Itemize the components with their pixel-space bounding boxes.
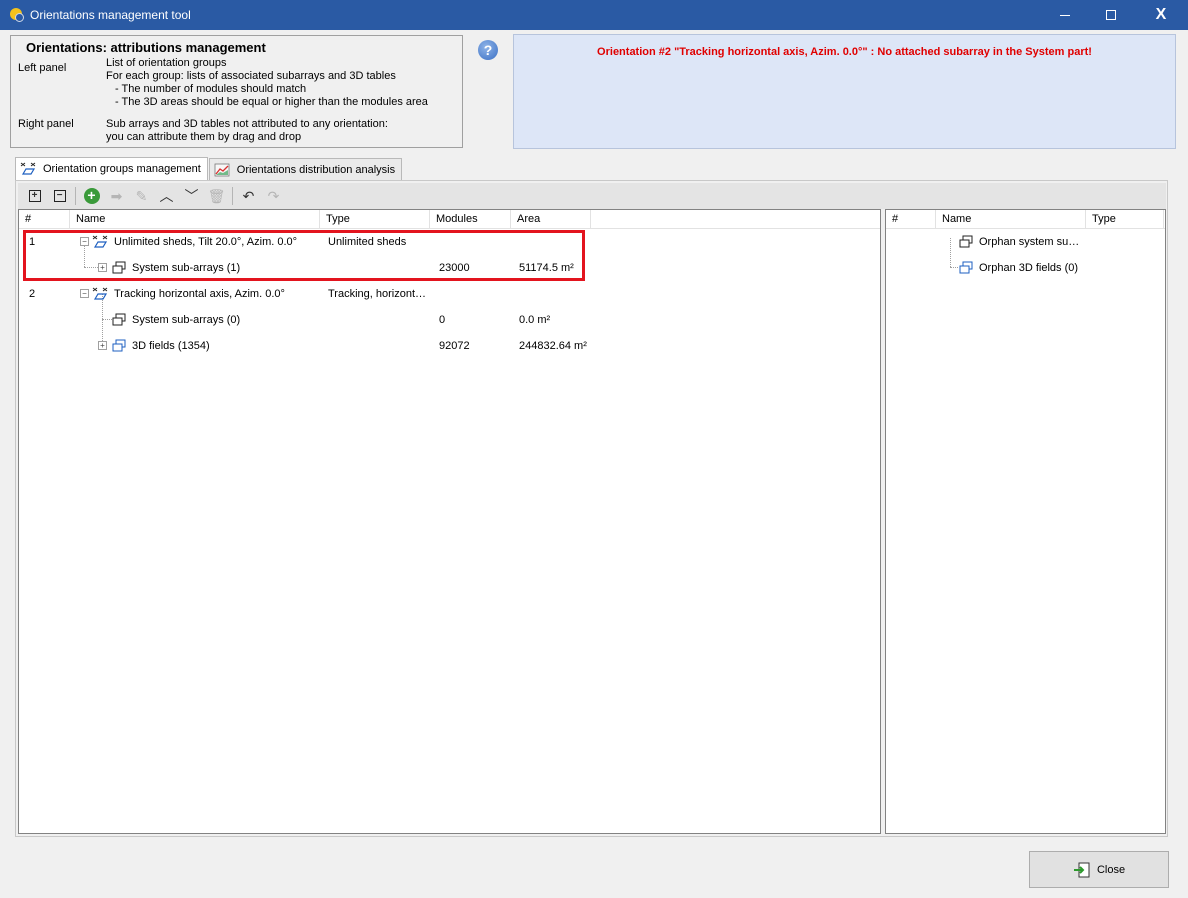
area-value: 51174.5 m²	[519, 262, 574, 274]
arrow-right-icon: ➡	[110, 187, 123, 204]
left-panel-label: Left panel	[18, 62, 67, 74]
orphan-3d-fields: Orphan 3D fields (0)	[979, 262, 1079, 274]
3d-field-icon	[112, 339, 126, 352]
modules-value: 92072	[439, 340, 470, 352]
orientation-group-icon	[92, 235, 108, 248]
3d-field-icon	[959, 261, 973, 274]
maximize-button[interactable]	[1088, 0, 1134, 30]
subarray-icon	[112, 261, 126, 274]
expand-all-button[interactable]: +	[22, 185, 47, 207]
add-icon: +	[83, 188, 100, 204]
list-item[interactable]: Orphan 3D fields (0)	[886, 255, 1165, 281]
app-icon	[10, 8, 24, 22]
orphans-tree[interactable]: # Name Type Orphan system su… Orphan 3D …	[885, 209, 1166, 834]
3d-fields-name: 3D fields (1354)	[132, 340, 210, 352]
move-down-button[interactable]: ﹀	[179, 185, 204, 207]
table-row[interactable]: System sub-arrays (0) 0 0.0 m²	[19, 307, 880, 333]
col-number[interactable]: #	[19, 210, 70, 229]
orientation-group-icon	[92, 287, 108, 300]
close-window-button[interactable]: X	[1134, 0, 1188, 30]
subarray-name: System sub-arrays (0)	[132, 314, 241, 326]
area-value: 0.0 m²	[519, 314, 551, 326]
tab-orientation-groups[interactable]: Orientation groups management	[15, 157, 208, 180]
title-bar: Orientations management tool X	[0, 0, 1188, 30]
delete-button[interactable]: 🗑	[204, 185, 229, 207]
subarray-icon	[959, 235, 973, 248]
subarray-icon	[112, 313, 126, 326]
toolbar-separator	[232, 187, 233, 205]
add-button[interactable]: +	[79, 185, 104, 207]
tab-bar: Orientation groups management Orientatio…	[15, 157, 403, 180]
right-table-header: # Name Type	[886, 210, 1165, 229]
maximize-icon	[1106, 10, 1116, 20]
modules-value: 0	[439, 314, 446, 326]
toolbar-separator	[75, 187, 76, 205]
expand-icon[interactable]: +	[98, 341, 107, 350]
col-type[interactable]: Type	[1086, 210, 1164, 229]
table-row[interactable]: 1 − Unlimited sheds, Tilt 20.0°, Azim. 0…	[19, 229, 880, 255]
list-item[interactable]: Orphan system su…	[886, 229, 1165, 255]
exit-icon	[1073, 862, 1090, 877]
table-row[interactable]: + System sub-arrays (1) 23000 51174.5 m²	[19, 255, 880, 281]
trash-icon: 🗑	[207, 187, 226, 204]
left-panel-description: List of orientation groups For each grou…	[106, 57, 428, 108]
info-heading: Orientations: attributions management	[26, 40, 266, 55]
collapse-all-button[interactable]: −	[47, 185, 72, 207]
orientation-group-icon	[20, 162, 36, 176]
redo-button[interactable]: ↷	[261, 185, 286, 207]
chevron-up-icon: ︿	[159, 188, 174, 204]
expand-all-icon: +	[28, 190, 41, 202]
close-icon: X	[1155, 6, 1167, 23]
collapse-icon[interactable]: −	[80, 237, 89, 246]
col-type[interactable]: Type	[320, 210, 430, 229]
row-number: 1	[29, 236, 36, 248]
toolbar: + − + ➡ ✎ ︿ ﹀ 🗑 ↶ ↷	[18, 183, 1166, 209]
redo-icon: ↷	[267, 187, 280, 204]
col-area[interactable]: Area	[511, 210, 591, 229]
collapse-all-icon: −	[53, 190, 66, 202]
minimize-button[interactable]	[1042, 0, 1088, 30]
right-panel-description: Sub arrays and 3D tables not attributed …	[106, 118, 388, 143]
left-table-header: # Name Type Modules Area	[19, 210, 880, 229]
area-value: 244832.64 m²	[519, 340, 587, 352]
col-name[interactable]: Name	[70, 210, 320, 229]
pencil-icon: ✎	[135, 187, 148, 204]
help-icon[interactable]: ?	[478, 40, 498, 60]
col-modules[interactable]: Modules	[430, 210, 511, 229]
warning-message: Orientation #2 "Tracking horizontal axis…	[597, 46, 1092, 58]
orphan-subarrays: Orphan system su…	[979, 236, 1080, 248]
chevron-down-icon: ﹀	[184, 188, 199, 204]
modules-value: 23000	[439, 262, 470, 274]
table-row[interactable]: + 3D fields (1354) 92072 244832.64 m²	[19, 333, 880, 359]
group-type: Tracking, horizont…	[328, 288, 427, 300]
help-info-box: Orientations: attributions management Le…	[10, 35, 463, 148]
expand-icon[interactable]: +	[98, 263, 107, 272]
undo-button[interactable]: ↶	[236, 185, 261, 207]
undo-icon: ↶	[242, 187, 255, 204]
row-number: 2	[29, 288, 36, 300]
window-title: Orientations management tool	[30, 8, 191, 22]
subarray-name: System sub-arrays (1)	[132, 262, 241, 274]
move-button[interactable]: ➡	[104, 185, 129, 207]
tab-distribution-analysis[interactable]: Orientations distribution analysis	[208, 158, 403, 180]
col-number[interactable]: #	[886, 210, 936, 229]
collapse-icon[interactable]: −	[80, 289, 89, 298]
minimize-icon	[1060, 14, 1070, 16]
right-panel-label: Right panel	[18, 118, 74, 130]
warning-box: Orientation #2 "Tracking horizontal axis…	[513, 34, 1176, 149]
edit-button[interactable]: ✎	[129, 185, 154, 207]
group-name: Tracking horizontal axis, Azim. 0.0°	[114, 288, 285, 300]
group-name: Unlimited sheds, Tilt 20.0°, Azim. 0.0°	[114, 236, 298, 248]
group-type: Unlimited sheds	[328, 236, 407, 248]
col-name[interactable]: Name	[936, 210, 1086, 229]
table-row[interactable]: 2 − Tracking horizontal axis, Azim. 0.0°…	[19, 281, 880, 307]
close-button[interactable]: Close	[1029, 851, 1169, 888]
chart-icon	[214, 163, 230, 177]
move-up-button[interactable]: ︿	[154, 185, 179, 207]
orientation-groups-tree[interactable]: # Name Type Modules Area 1 − Unlimited s…	[18, 209, 881, 834]
